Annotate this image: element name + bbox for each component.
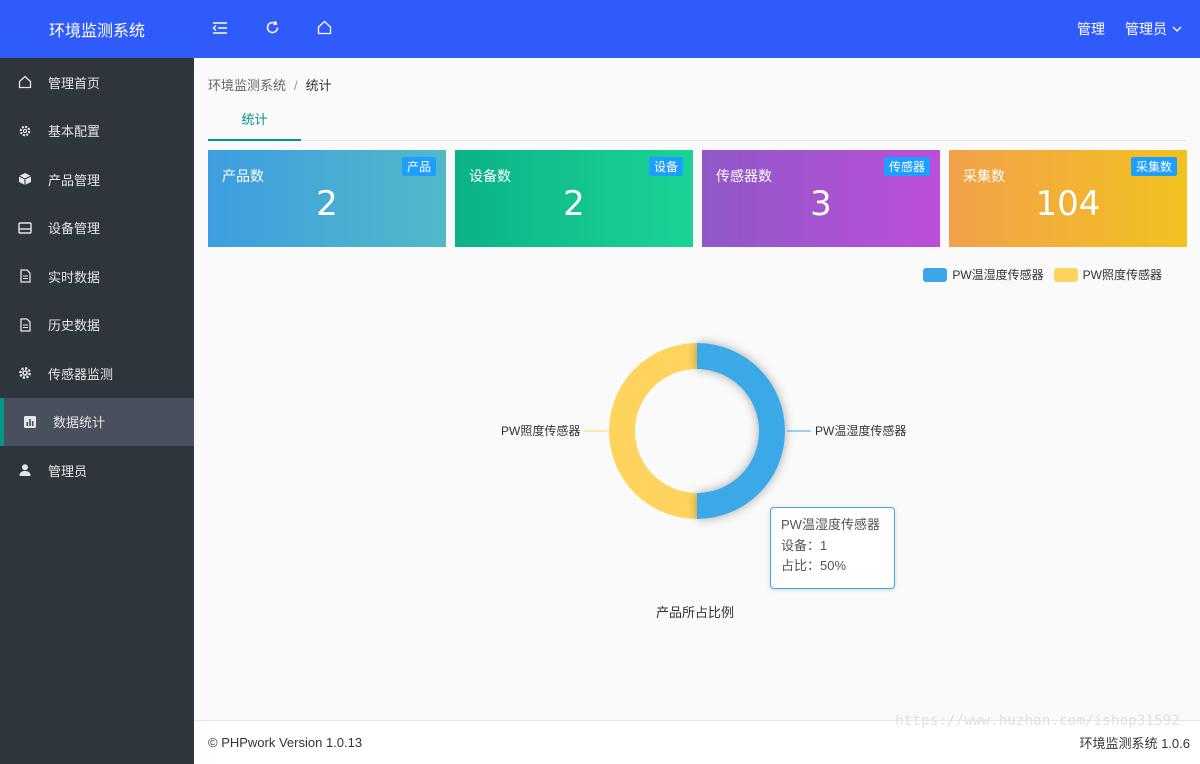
chart-tooltip: PW温湿度传感器 设备：1 占比：50% <box>770 507 895 589</box>
sidebar-item-label: 管理首页 <box>48 75 101 91</box>
tooltip-title: PW温湿度传感器 <box>781 517 880 532</box>
sidebar-item-admin[interactable]: 管理员 <box>0 446 194 495</box>
sidebar-item-devices[interactable]: 设备管理 <box>0 204 194 253</box>
stat-card-value: 3 <box>810 184 832 224</box>
slice-label: PW照度传感器 <box>501 424 581 438</box>
donut-chart <box>583 343 811 519</box>
sidebar-item-label: 传感器监测 <box>48 366 114 382</box>
footer-copyright: © PHPwork Version 1.0.13 <box>208 735 363 750</box>
sidebar-item-label: 产品管理 <box>48 172 101 188</box>
footer-version: 环境监测系统 1.0.6 <box>1079 736 1190 751</box>
sidebar-item-history-data[interactable]: 历史数据 <box>0 301 194 350</box>
sidebar-item-realtime-data[interactable]: 实时数据 <box>0 252 194 301</box>
document-icon <box>17 317 33 333</box>
user-name: 管理员 <box>1125 21 1167 37</box>
gear-icon <box>17 123 33 139</box>
sidebar: 环境监测系统 管理首页 基本配置 产品管理 设备管理 实时数据 历史数据 传感器… <box>0 0 194 764</box>
user-icon <box>17 462 33 478</box>
chevron-down-icon <box>1172 26 1182 32</box>
stat-card-devices: 设备数 设备 2 <box>455 150 693 247</box>
sidebar-menu: 管理首页 基本配置 产品管理 设备管理 实时数据 历史数据 传感器监测 数据统计… <box>0 58 194 495</box>
watermark: https://www.huzhan.com/ishop31592 <box>895 713 1180 729</box>
stat-card-title: 设备数 <box>469 168 511 184</box>
sidebar-item-basic-config[interactable]: 基本配置 <box>0 107 194 156</box>
sidebar-item-home[interactable]: 管理首页 <box>0 58 194 107</box>
breadcrumb-separator: / <box>294 78 298 93</box>
menu-toggle-button[interactable] <box>194 0 246 58</box>
stat-card-value: 2 <box>563 184 585 224</box>
cog-icon <box>17 365 33 381</box>
main-content: 环境监测系统 / 统计 统计 产品数 产品 2 设备数 设备 2 传感器数 传感器 … <box>194 58 1200 720</box>
breadcrumb-root[interactable]: 环境监测系统 <box>208 78 286 93</box>
chart-title: 产品所占比例 <box>656 605 735 620</box>
bar-chart-icon <box>22 414 38 430</box>
breadcrumb: 环境监测系统 / 统计 <box>208 75 332 94</box>
sidebar-item-label: 实时数据 <box>48 269 101 285</box>
sidebar-item-label: 管理员 <box>48 463 88 479</box>
cube-icon <box>17 171 33 187</box>
pie-chart-area: PW温湿度传感器 PW照度传感器 PW照度传感器 PW温湿度传感器 PW温湿度传… <box>194 258 1200 638</box>
header-right: 管理 管理员 <box>1077 19 1200 39</box>
sidebar-item-label: 数据统计 <box>53 415 106 431</box>
slice-label: PW温湿度传感器 <box>815 424 907 438</box>
sidebar-item-products[interactable]: 产品管理 <box>0 155 194 204</box>
stat-card-products: 产品数 产品 2 <box>208 150 446 247</box>
menu-toggle-icon <box>212 21 228 38</box>
document-icon <box>17 268 33 284</box>
sidebar-item-sensor-monitor[interactable]: 传感器监测 <box>0 349 194 398</box>
app-logo-title[interactable]: 环境监测系统 <box>0 0 194 58</box>
stat-card-value: 104 <box>1035 184 1101 224</box>
stat-card-sensors: 传感器数 传感器 3 <box>702 150 940 247</box>
sidebar-item-label: 设备管理 <box>48 221 101 237</box>
stat-card-value: 2 <box>316 184 338 224</box>
stat-card-badge: 采集数 <box>1130 157 1177 176</box>
home-button[interactable] <box>298 0 350 58</box>
user-dropdown[interactable]: 管理员 <box>1125 19 1182 39</box>
stat-card-title: 传感器数 <box>716 168 772 184</box>
sidebar-item-data-statistics[interactable]: 数据统计 <box>0 397 194 446</box>
sidebar-item-label: 基本配置 <box>48 124 101 140</box>
stat-card-collections: 采集数 采集数 104 <box>949 150 1187 247</box>
manage-link[interactable]: 管理 <box>1077 19 1105 39</box>
top-header: 管理 管理员 <box>194 0 1200 58</box>
refresh-button[interactable] <box>246 0 298 58</box>
stat-cards: 产品数 产品 2 设备数 设备 2 传感器数 传感器 3 采集数 采集数 104 <box>208 150 1187 247</box>
sidebar-item-label: 历史数据 <box>48 318 101 334</box>
stat-card-badge: 产品 <box>401 157 436 176</box>
tab-bar: 统计 <box>208 106 1186 141</box>
home-icon <box>317 20 332 38</box>
pie-slice-1[interactable] <box>609 343 697 519</box>
stat-card-badge: 传感器 <box>883 157 930 176</box>
tooltip-line: 占比：50% <box>781 558 847 573</box>
stat-card-title: 产品数 <box>222 168 264 184</box>
stat-card-badge: 设备 <box>648 157 683 176</box>
device-icon <box>17 220 33 236</box>
pie-slice-0[interactable] <box>697 343 785 519</box>
refresh-icon <box>265 20 280 38</box>
home-icon <box>17 74 33 90</box>
tab-statistics[interactable]: 统计 <box>208 106 301 141</box>
breadcrumb-current: 统计 <box>305 78 332 93</box>
stat-card-title: 采集数 <box>963 168 1005 184</box>
tooltip-line: 设备：1 <box>781 537 828 553</box>
